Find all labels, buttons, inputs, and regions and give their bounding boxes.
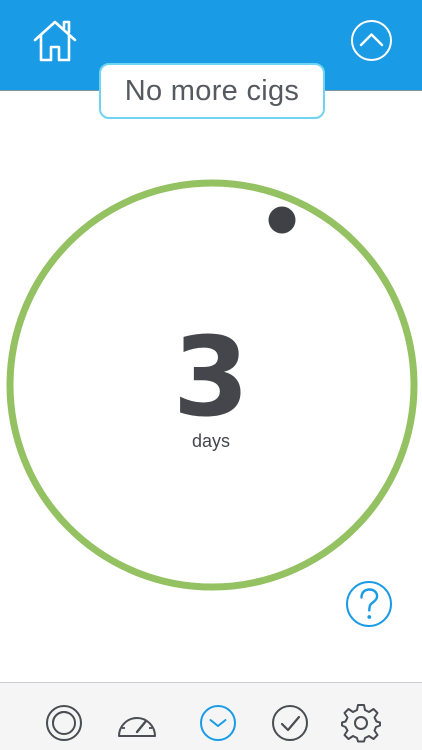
tab-rings[interactable] [44,703,84,743]
tab-settings[interactable] [341,703,381,743]
tab-timer[interactable] [198,703,238,743]
clock-icon [200,705,236,741]
bottom-tab-bar [0,682,422,750]
help-button[interactable] [345,580,393,628]
question-icon [346,581,392,627]
gear-icon [341,704,381,743]
progress-indicator-dot[interactable] [268,206,296,234]
rings-icon [46,705,82,741]
checkmark-icon [272,705,308,741]
tab-speedometer[interactable] [116,703,156,743]
days-counter-unit: days [191,431,231,451]
tab-goals[interactable] [270,703,310,743]
days-counter-value: 3 [172,313,250,441]
speedometer-icon [118,717,156,737]
app-screen: No more cigs 3 days [0,0,422,750]
